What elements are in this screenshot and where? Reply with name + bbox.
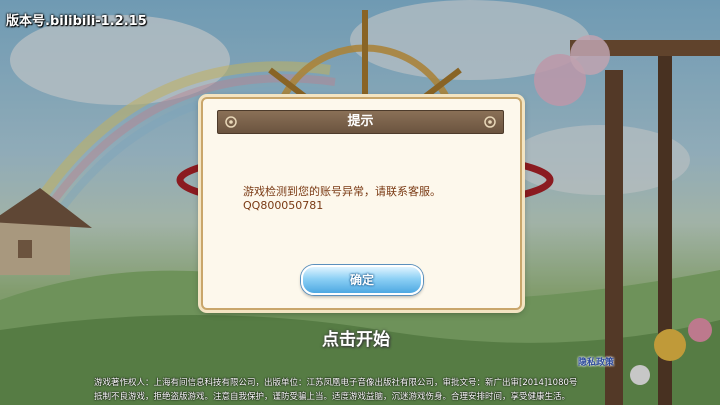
copyright-notice: 游戏著作权人：上海有间信息科技有限公司，出版单位：江苏凤凰电子音像出版社有限公司…: [94, 378, 578, 388]
privacy-policy-link[interactable]: 隐私政策: [578, 355, 614, 368]
version-label: 版本号.bilibili-1.2.15: [6, 14, 147, 29]
dialog-title-bar: 提示: [217, 110, 504, 134]
dialog-message: 游戏检测到您的账号异常，请联系客服。: [243, 185, 441, 198]
confirm-button[interactable]: 确定: [301, 265, 423, 295]
tap-to-start-text[interactable]: 点击开始: [322, 325, 390, 350]
ornament-right-icon: [484, 116, 496, 128]
support-qq-number: QQ800050781: [243, 199, 324, 212]
health-gaming-notice: 抵制不良游戏，拒绝盗版游戏。注意自我保护，谨防受骗上当。适度游戏益脑，沉迷游戏伤…: [94, 392, 571, 402]
game-title-screen[interactable]: 版本号.bilibili-1.2.15 点击开始 隐私政策 游戏著作权人：上海有…: [0, 0, 720, 405]
notice-dialog: 提示 游戏检测到您的账号异常，请联系客服。 QQ800050781 确定: [201, 97, 522, 310]
dialog-title: 提示: [347, 114, 374, 129]
